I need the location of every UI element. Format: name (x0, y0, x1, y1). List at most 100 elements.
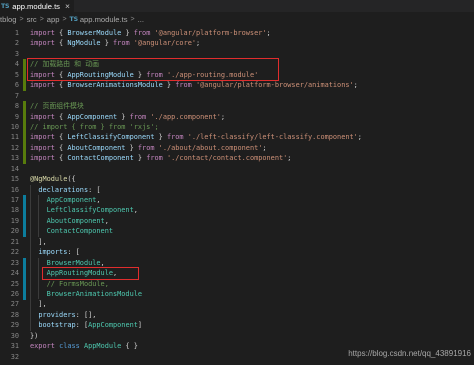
highlight-box (27, 58, 279, 81)
code-token: ; (353, 81, 358, 90)
code-row: 11 import { LeftClassifyComponent } from … (0, 132, 474, 142)
code-line[interactable]: BrowserAnimationsModule (30, 289, 142, 299)
code-line[interactable]: AppComponent, (30, 195, 101, 205)
code-token: import (30, 154, 55, 163)
git-change-marker[interactable] (23, 101, 26, 164)
code-token: } (154, 133, 167, 142)
code-token: AboutComponent (46, 216, 105, 225)
breadcrumb-item-src[interactable]: src (27, 15, 37, 24)
code-token: // FormsModule, (46, 279, 109, 288)
code-row: 13 import { ContactComponent } from './co… (0, 153, 474, 163)
line-number: 27 (10, 300, 19, 309)
breadcrumb-item-symbols[interactable]: ... (138, 15, 144, 24)
code-line[interactable]: // import { from } from 'rxjs'; (30, 122, 159, 132)
code-token: import (30, 39, 55, 48)
code-token: : [ (75, 321, 89, 330)
code-token: { (54, 29, 68, 37)
code-token: ; (220, 112, 226, 121)
code-line[interactable]: // 页面组件模块 (30, 101, 84, 111)
git-change-marker[interactable] (23, 257, 26, 300)
code-line[interactable]: bootstrap: [AppComponent] (30, 320, 142, 330)
chevron-right-icon: > (19, 15, 24, 23)
highlight-box (42, 267, 139, 280)
typescript-file-icon: TS (69, 15, 78, 23)
code-token: ContactComponent (46, 227, 113, 236)
code-row: 28 providers: [], (0, 309, 474, 321)
code-line[interactable]: import { ContactComponent } from './cont… (30, 153, 291, 163)
breadcrumb-item-file[interactable]: TS app.module.ts (70, 15, 128, 24)
code-line[interactable]: LeftClassifyComponent, (30, 205, 138, 215)
code-token: ContactComponent (67, 154, 134, 163)
code-row: 17 AppComponent, (0, 195, 474, 206)
chevron-right-icon: > (62, 15, 67, 23)
code-line[interactable]: ContactComponent (30, 226, 113, 236)
code-line[interactable]: ], (30, 237, 46, 247)
breadcrumb-item-app[interactable]: app (47, 15, 60, 24)
chevron-right-icon: > (39, 15, 44, 23)
code-token: } (100, 39, 114, 48)
code-line[interactable]: import { AppComponent } from './app.comp… (30, 112, 225, 122)
code-line[interactable]: ], (30, 299, 46, 309)
code-token: AppComponent (67, 112, 118, 121)
code-row: 12 import { AboutComponent } from './abou… (0, 143, 474, 153)
code-token: ; (262, 143, 267, 152)
code-token: from (133, 29, 151, 37)
git-change-marker[interactable] (23, 195, 26, 237)
tab-app-module[interactable]: TS app.module.ts × (0, 0, 74, 12)
code-token: LeftClassifyComponent (46, 206, 134, 215)
code-line[interactable]: import { BrowserModule } from '@angular/… (30, 28, 271, 38)
line-number: 22 (10, 248, 19, 257)
code-token: BrowserModule (46, 258, 101, 267)
code-token: ; (287, 154, 292, 163)
code-line[interactable]: import { BrowserAnimationsModule } from … (30, 80, 358, 90)
code-line[interactable]: @NgModule({ (30, 174, 76, 184)
code-line[interactable]: import { AboutComponent } from './about/… (30, 143, 267, 153)
close-icon[interactable]: × (65, 0, 70, 12)
code-token: import (30, 133, 55, 142)
code-row: 30}) (0, 331, 474, 341)
code-row: 14 (0, 164, 474, 174)
code-row: 19 AboutComponent, (0, 215, 474, 227)
code-token: , (133, 206, 138, 215)
code-token: } (121, 29, 134, 37)
code-token: import (30, 81, 55, 90)
code-row: 29 bootstrap: [AppComponent] (0, 320, 474, 331)
code-line[interactable]: providers: [], (30, 310, 96, 320)
code-line[interactable]: export class AppModule { } (30, 341, 138, 351)
code-token: { } (121, 342, 138, 351)
line-number: 12 (10, 143, 19, 152)
code-token: './contact/contact.component' (166, 154, 288, 163)
code-token: } (162, 81, 176, 90)
breadcrumb: tblog > src > app > TS app.module.ts > .… (0, 13, 144, 25)
line-number: 2 (14, 39, 19, 48)
line-number: 3 (14, 49, 19, 58)
code-token: class (59, 342, 80, 351)
code-token: ; (357, 133, 362, 142)
code-token: from (129, 112, 147, 121)
code-line[interactable]: import { LeftClassifyComponent } from '.… (30, 132, 362, 142)
line-number: 7 (14, 91, 19, 100)
code-token: // import { from } from 'rxjs'; (30, 122, 159, 131)
code-line[interactable]: // FormsModule, (30, 279, 109, 289)
tab-label: app.module.ts (12, 1, 60, 11)
code-row: 15 @NgModule({ (0, 174, 474, 184)
code-token: './left-classify/left-classify.component… (187, 133, 358, 142)
line-number: 28 (10, 310, 19, 319)
code-token: ] (137, 321, 143, 330)
code-token: { (54, 39, 68, 48)
code-line[interactable]: imports: [ (30, 247, 80, 257)
code-line[interactable]: import { NgModule } from '@angular/core'… (30, 38, 200, 48)
code-row: 21 ], (0, 236, 474, 248)
code-line[interactable]: AboutComponent, (30, 216, 109, 226)
line-number: 13 (10, 154, 19, 163)
code-token: providers (38, 310, 76, 319)
git-change-marker[interactable] (23, 59, 26, 91)
code-line[interactable]: declarations: [ (30, 185, 100, 195)
code-token: } (117, 112, 130, 121)
code-line[interactable]: }) (30, 331, 38, 341)
breadcrumb-item-root[interactable]: tblog (0, 15, 16, 24)
code-row: 16 declarations: [ (0, 184, 474, 195)
